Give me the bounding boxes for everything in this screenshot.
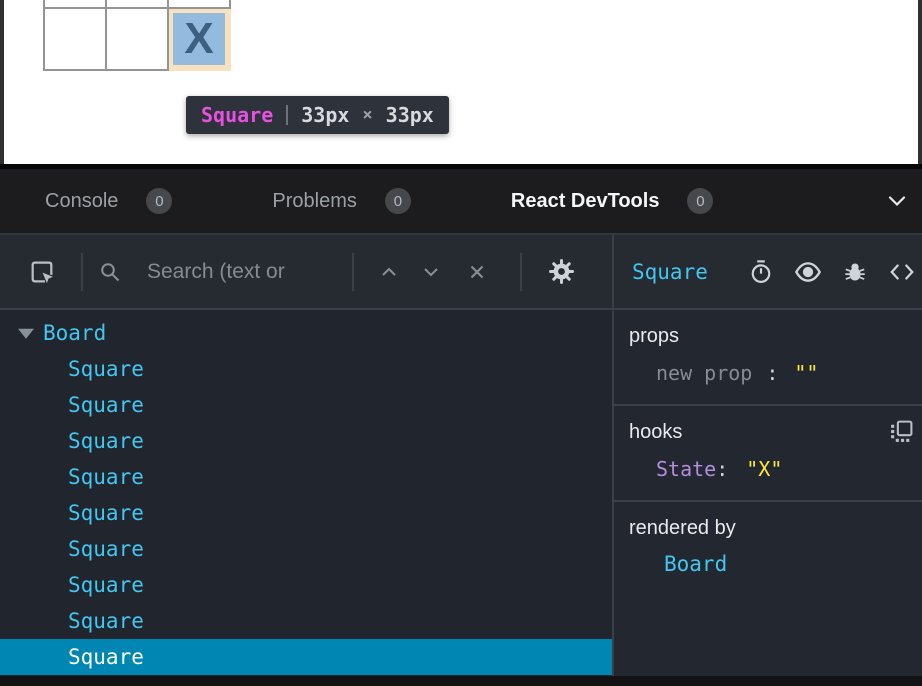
state-hook-row: State : "X" bbox=[629, 457, 908, 481]
component-details-panel: props new prop : "" hooks bbox=[614, 310, 922, 676]
bottom-status-strip bbox=[0, 676, 922, 686]
props-row: new prop : "" bbox=[629, 361, 908, 385]
component-panel-header: Square bbox=[612, 235, 922, 308]
console-count-badge: 0 bbox=[146, 188, 172, 214]
tree-item-square[interactable]: Square bbox=[0, 387, 612, 423]
board-cell[interactable]: X bbox=[168, 8, 230, 70]
rendered-by-section: rendered by Board bbox=[614, 502, 922, 595]
window-edge-right bbox=[918, 0, 922, 164]
component-actions bbox=[748, 258, 916, 286]
drawer-tab-bar: Console 0 Problems 0 React DevTools 0 bbox=[0, 169, 922, 233]
tree-item-square[interactable]: Square bbox=[0, 495, 612, 531]
tab-problems[interactable]: Problems 0 bbox=[272, 188, 410, 214]
tree-item-label: Square bbox=[68, 645, 144, 669]
board-cell[interactable] bbox=[106, 0, 168, 8]
board-cell[interactable] bbox=[168, 0, 230, 8]
search-next-icon[interactable] bbox=[420, 261, 442, 283]
state-hook-label: State bbox=[656, 457, 716, 481]
toolbar-divider bbox=[81, 253, 83, 291]
tree-item-square[interactable]: Square bbox=[0, 567, 612, 603]
tooltip-width: 33px bbox=[301, 103, 349, 127]
devtools-toolbar: Square bbox=[0, 233, 922, 310]
props-section: props new prop : "" bbox=[614, 310, 922, 406]
tree-item-board[interactable]: Board bbox=[0, 315, 612, 351]
inspect-dom-eye-icon[interactable] bbox=[794, 258, 822, 286]
new-prop-value[interactable]: "" bbox=[794, 361, 818, 385]
rendered-by-title: rendered by bbox=[629, 517, 908, 540]
window-edge-left bbox=[0, 0, 4, 164]
state-hook-value[interactable]: "X" bbox=[746, 457, 782, 481]
toolbar-left bbox=[0, 235, 612, 308]
tooltip-divider bbox=[286, 105, 288, 125]
hooks-title: hooks bbox=[629, 421, 908, 444]
hooks-section: hooks State : "X" bbox=[614, 406, 922, 502]
board-cell[interactable] bbox=[106, 8, 168, 70]
page-viewport: X Square 33px × 33px bbox=[0, 0, 922, 164]
tree-item-label: Square bbox=[68, 573, 144, 597]
props-title: props bbox=[629, 325, 908, 348]
settings-gear-icon[interactable] bbox=[548, 258, 575, 285]
tree-item-square[interactable]: Square bbox=[0, 603, 612, 639]
profiler-stopwatch-icon[interactable] bbox=[748, 259, 774, 285]
toolbar-divider bbox=[520, 253, 522, 291]
tab-console[interactable]: Console 0 bbox=[45, 188, 172, 214]
component-tree: Board Square Square Square Square Square Squa… bbox=[0, 310, 612, 676]
toolbar-divider bbox=[352, 253, 354, 291]
search-clear-icon[interactable] bbox=[466, 261, 488, 283]
new-prop-field[interactable]: new prop bbox=[656, 361, 752, 385]
tab-react-devtools[interactable]: React DevTools 0 bbox=[511, 188, 714, 214]
board-cell[interactable] bbox=[44, 8, 106, 70]
tree-item-label: Square bbox=[68, 537, 144, 561]
tree-item-square[interactable]: Square bbox=[0, 639, 612, 675]
tree-item-label: Square bbox=[68, 609, 144, 633]
tree-item-label: Square bbox=[68, 465, 144, 489]
rendered-by-owner-link[interactable]: Board bbox=[629, 552, 908, 576]
problems-count-badge: 0 bbox=[385, 188, 411, 214]
tooltip-times: × bbox=[362, 105, 372, 125]
react-devtools-count-badge: 0 bbox=[687, 188, 713, 214]
board-cell[interactable] bbox=[44, 0, 106, 8]
colon: : bbox=[716, 457, 728, 481]
expander-caret-icon[interactable] bbox=[18, 329, 34, 339]
tab-label: Console bbox=[45, 190, 118, 213]
tab-label: Problems bbox=[272, 190, 356, 213]
tree-item-label: Square bbox=[68, 501, 144, 525]
inspect-tooltip: Square 33px × 33px bbox=[186, 96, 449, 134]
search-prev-icon[interactable] bbox=[378, 261, 400, 283]
tab-label: React DevTools bbox=[511, 190, 660, 213]
tree-item-square[interactable]: Square bbox=[0, 351, 612, 387]
tree-item-square[interactable]: Square bbox=[0, 423, 612, 459]
board-grid: X bbox=[43, 0, 231, 71]
search-icon bbox=[99, 261, 121, 283]
chevron-down-icon[interactable] bbox=[888, 195, 906, 207]
tree-item-label: Square bbox=[68, 357, 144, 381]
colon: : bbox=[766, 361, 778, 385]
debug-bug-icon[interactable] bbox=[842, 259, 868, 285]
screen: X Square 33px × 33px Console 0 Problems … bbox=[0, 0, 922, 686]
devtools-content: Board Square Square Square Square Square Squa… bbox=[0, 310, 922, 676]
inspect-element-icon[interactable] bbox=[28, 258, 56, 286]
tree-item-label: Square bbox=[68, 393, 144, 417]
tree-item-label: Square bbox=[68, 429, 144, 453]
tree-item-square[interactable]: Square bbox=[0, 531, 612, 567]
parse-hook-names-icon[interactable] bbox=[889, 419, 914, 449]
tooltip-height: 33px bbox=[386, 103, 434, 127]
tree-item-label: Board bbox=[43, 321, 106, 345]
search-input[interactable] bbox=[147, 260, 352, 284]
tooltip-component-name: Square bbox=[201, 103, 273, 127]
view-source-code-icon[interactable] bbox=[888, 259, 916, 285]
tree-item-square[interactable]: Square bbox=[0, 459, 612, 495]
selected-component-name: Square bbox=[632, 260, 708, 284]
